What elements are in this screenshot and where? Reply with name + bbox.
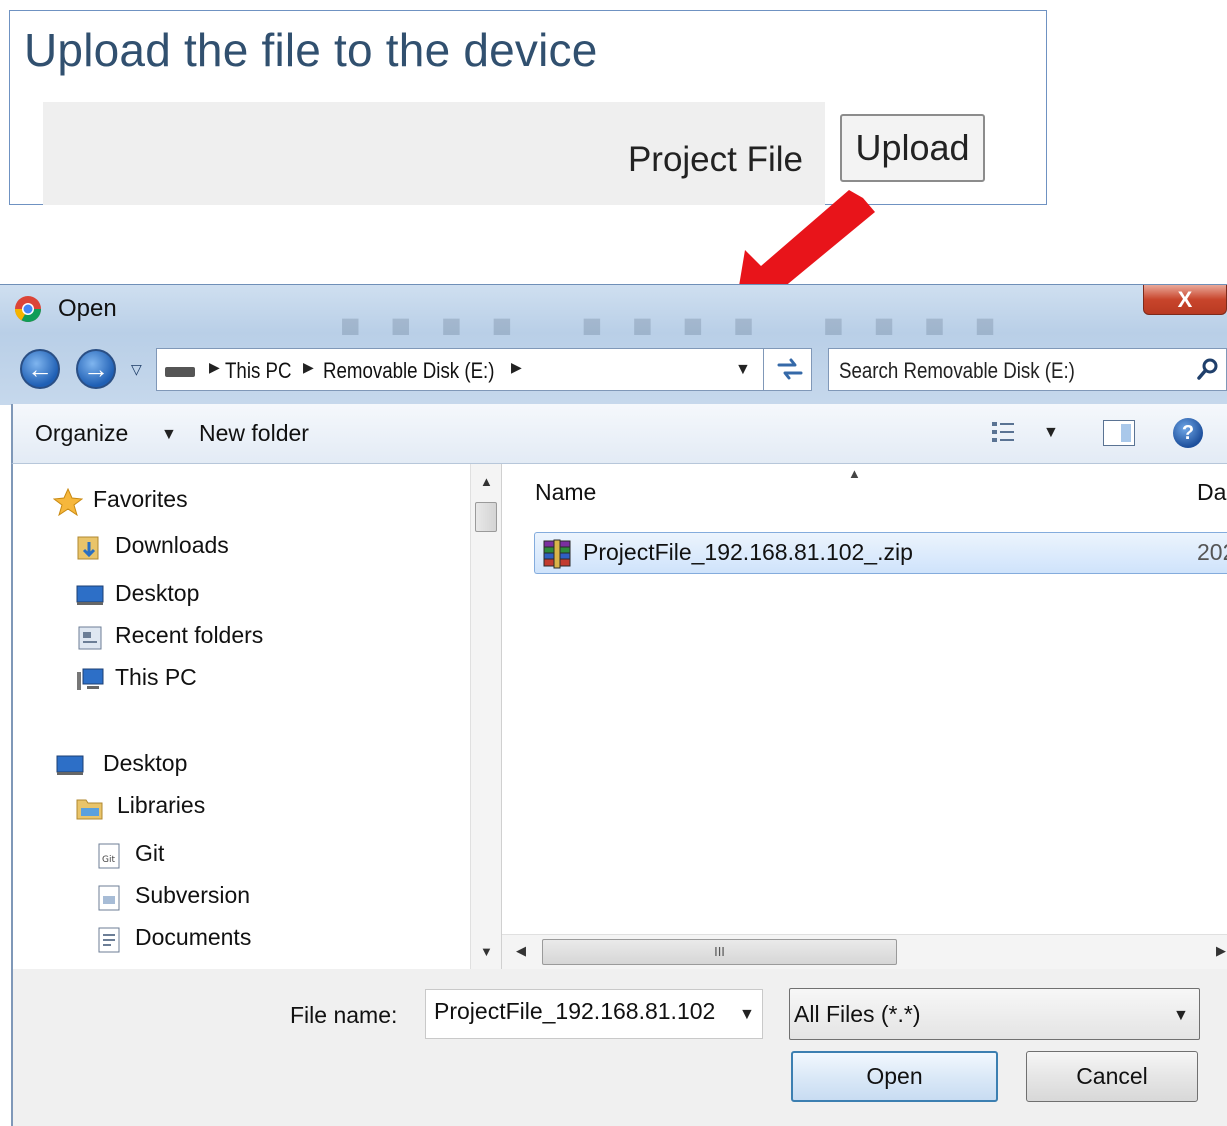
dialog-footer: File name: ProjectFile_192.168.81.102 ▼ … [11,969,1227,1126]
nav-recent-folders[interactable]: Recent folders [115,622,263,649]
chevron-down-icon[interactable]: ▼ [1173,1007,1189,1025]
scroll-left-icon[interactable]: ◀ [516,943,526,959]
address-bar[interactable]: ▶ This PC ▶ Removable Disk (E:) ▶ ▼ [156,348,812,391]
winrar-archive-icon [543,539,571,569]
project-file-label: Project File [627,140,803,179]
desktop-icon [56,755,84,775]
new-folder-button[interactable]: New folder [199,420,309,447]
sort-ascending-icon: ▲ [848,466,861,481]
breadcrumb-removable-disk[interactable]: Removable Disk (E:) [323,358,494,384]
nav-documents[interactable]: Documents [135,924,251,951]
chrome-icon [14,296,42,323]
breadcrumb-separator-icon: ▶ [209,359,220,375]
breadcrumb-separator-icon: ▶ [511,359,522,375]
column-header-name[interactable]: Name [535,479,596,506]
file-type-select[interactable]: All Files (*.*) [789,988,1200,1040]
address-dropdown-icon[interactable]: ▼ [735,361,751,379]
upload-row: Project File [43,102,825,205]
chevron-down-icon[interactable]: ▼ [161,426,177,444]
upload-title: Upload the file to the device [24,24,598,76]
file-name: ProjectFile_192.168.81.102_.zip [583,539,913,565]
nav-downloads[interactable]: Downloads [115,532,229,559]
breadcrumb-this-pc[interactable]: This PC [225,358,292,384]
search-icon[interactable] [1196,357,1220,381]
nav-git[interactable]: Git [135,840,164,867]
command-bar: Organize ▼ New folder ▼ ? [11,404,1227,464]
close-button[interactable]: X [1143,285,1227,315]
nav-subversion[interactable]: Subversion [135,882,250,909]
cancel-button[interactable]: Cancel [1026,1051,1198,1102]
nav-this-pc[interactable]: This PC [115,664,197,691]
recent-folders-icon [78,626,102,650]
nav-desktop-favorite[interactable]: Desktop [115,580,199,607]
git-library-icon: Git [98,843,120,869]
nav-favorites[interactable]: Favorites [93,486,188,513]
scroll-right-icon[interactable]: ▶ [1216,943,1226,959]
recent-locations-dropdown[interactable]: ▽ [131,361,147,377]
address-divider [763,349,764,390]
star-icon [53,488,83,516]
file-row-selected[interactable]: ProjectFile_192.168.81.102_.zip 202 [534,532,1227,574]
breadcrumb-separator-icon: ▶ [303,359,314,375]
downloads-folder-icon [77,536,99,560]
search-input[interactable]: Search Removable Disk (E:) [828,348,1227,391]
file-list-pane: ▲ Name Da ProjectFile_192.168.81.102_.zi… [502,464,1227,969]
column-header-date[interactable]: Da [1197,479,1226,506]
scrollbar-thumb[interactable] [475,502,497,532]
file-date: 202 [1197,539,1227,565]
desktop-icon [76,585,104,605]
refresh-icon[interactable] [775,355,805,383]
nav-desktop[interactable]: Desktop [103,750,187,777]
dialog-titlebar: ■■■■ ■■■■ ■■■■ Open X ← → ▽ ▶ This PC ▶ … [0,284,1227,405]
chevron-down-icon[interactable]: ▼ [1043,424,1059,442]
forward-arrow-icon: → [83,353,109,384]
documents-library-icon [98,927,120,953]
back-button[interactable]: ← [20,349,60,389]
file-name-label: File name: [290,1002,398,1028]
dialog-title: Open [58,295,117,322]
scrollbar-thumb[interactable]: III [542,939,897,965]
scroll-down-icon[interactable]: ▼ [480,944,493,959]
forward-button[interactable]: → [76,349,116,389]
chevron-down-icon[interactable]: ▼ [739,1006,755,1024]
scroll-up-icon[interactable]: ▲ [480,474,493,489]
drive-icon [165,367,195,377]
svg-text:Git: Git [102,855,115,865]
open-button[interactable]: Open [791,1051,998,1102]
view-options-icon[interactable] [990,418,1026,446]
background-ghost: ■■■■ ■■■■ ■■■■ [340,307,1026,345]
open-dialog: ■■■■ ■■■■ ■■■■ Open X ← → ▽ ▶ This PC ▶ … [0,284,1227,1126]
file-name-input[interactable]: ProjectFile_192.168.81.102 [425,989,763,1039]
navigation-pane: Favorites Downloads Desktop Recent folde… [13,464,470,969]
dialog-body: Favorites Downloads Desktop Recent folde… [11,464,1227,969]
organize-button[interactable]: Organize [35,420,128,447]
upload-button[interactable]: Upload [840,114,985,182]
navigation-scrollbar[interactable]: ▲ ▼ [470,464,502,969]
help-icon[interactable]: ? [1173,418,1203,448]
horizontal-scrollbar[interactable]: ◀ III ▶ [502,934,1227,969]
back-arrow-icon: ← [27,353,53,384]
computer-icon [77,668,104,690]
nav-libraries[interactable]: Libraries [117,792,205,819]
libraries-folder-icon [76,799,103,820]
subversion-library-icon [98,885,120,911]
search-placeholder: Search Removable Disk (E:) [839,358,1075,383]
preview-pane-button[interactable] [1103,420,1135,446]
